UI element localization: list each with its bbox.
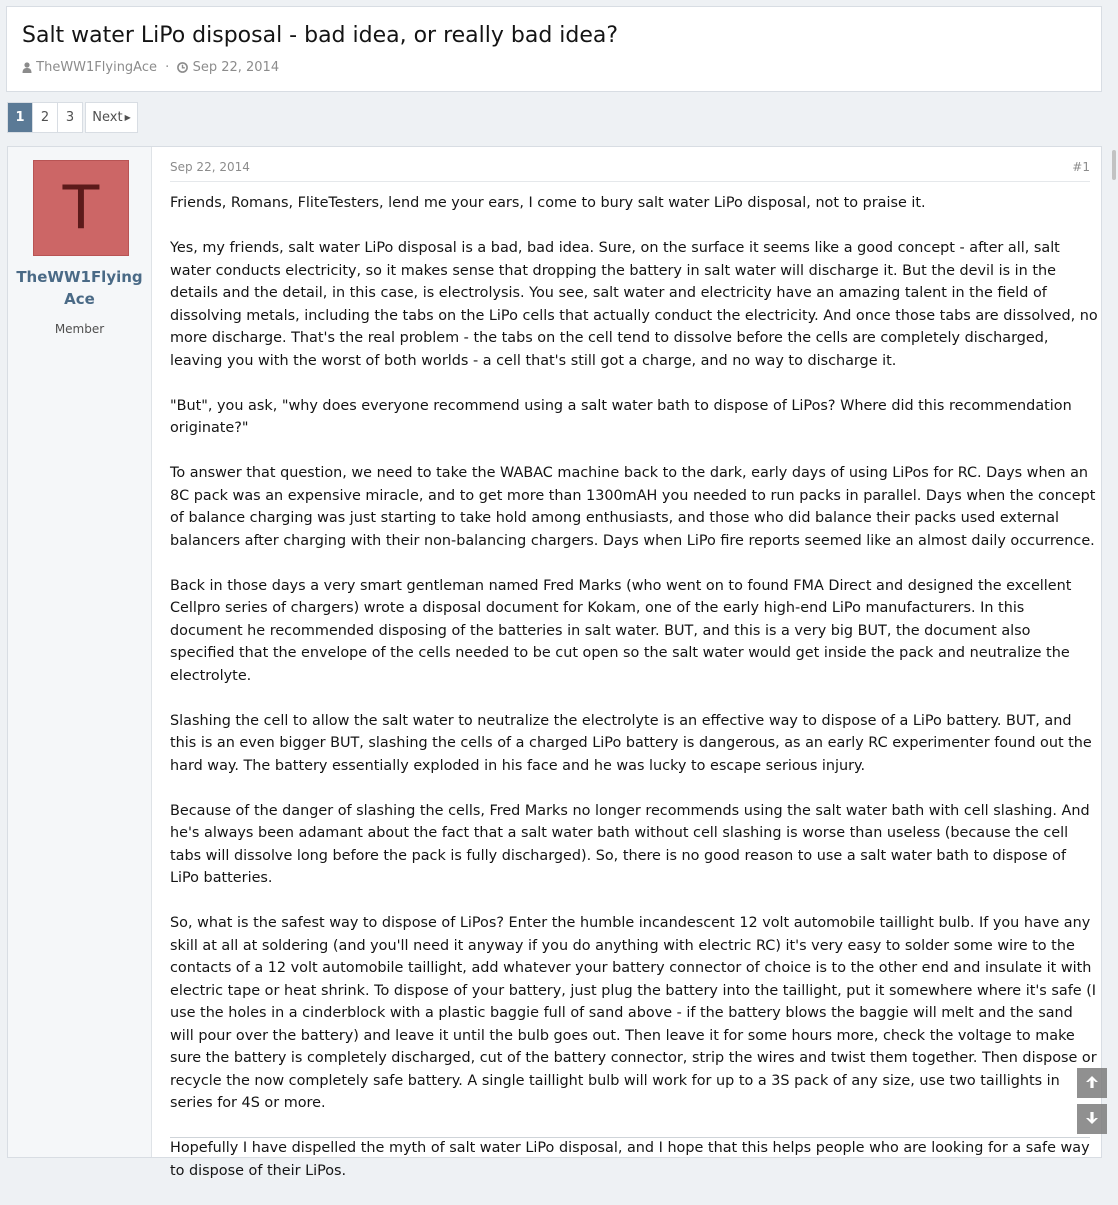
- post-paragraph: To answer that question, we need to take…: [170, 465, 1096, 549]
- post-header: Sep 22, 2014 #1: [170, 160, 1090, 182]
- scrollbar-thumb[interactable]: [1112, 150, 1116, 180]
- user-info-pane: T TheWW1Flying Ace Member: [8, 147, 152, 1157]
- user-title: Member: [54, 322, 105, 336]
- post-date-link[interactable]: Sep 22, 2014: [170, 160, 250, 174]
- scroll-to-bottom-button[interactable]: [1077, 1104, 1107, 1134]
- next-page-label: Next: [92, 110, 123, 125]
- page-1-button[interactable]: 1: [8, 103, 33, 132]
- post-paragraph: Hopefully I have dispelled the myth of s…: [170, 1140, 1090, 1179]
- post-permalink[interactable]: #1: [1072, 160, 1090, 174]
- clock-icon: [177, 62, 189, 73]
- page-numbers: 1 2 3: [7, 102, 83, 133]
- thread-meta: TheWW1FlyingAce · Sep 22, 2014: [22, 60, 279, 75]
- post-paragraph: So, what is the safest way to dispose of…: [170, 915, 1097, 1111]
- username-line-1: TheWW1Flying: [16, 268, 143, 286]
- thread-author-link[interactable]: TheWW1FlyingAce: [36, 60, 157, 75]
- post-paragraph: Because of the danger of slashing the ce…: [170, 802, 1090, 887]
- page-2-button[interactable]: 2: [33, 103, 58, 132]
- user-icon: [22, 62, 32, 73]
- page-3-button[interactable]: 3: [58, 103, 82, 132]
- arrow-up-icon: [1085, 1074, 1099, 1093]
- thread-title: Salt water LiPo disposal - bad idea, or …: [22, 23, 619, 48]
- next-page-button[interactable]: Next ▶: [85, 102, 138, 133]
- caret-right-icon: ▶: [124, 113, 131, 122]
- username-line-2: Ace: [64, 290, 95, 308]
- arrow-down-icon: [1085, 1110, 1099, 1129]
- avatar[interactable]: T: [33, 160, 129, 256]
- thread-date-link[interactable]: Sep 22, 2014: [193, 60, 280, 75]
- post-paragraph: Slashing the cell to allow the salt wate…: [170, 712, 1092, 774]
- post-paragraph: Back in those days a very smart gentlema…: [170, 577, 1072, 684]
- post-paragraph: Yes, my friends, salt water LiPo disposa…: [170, 240, 1098, 369]
- post-body: Friends, Romans, FliteTesters, lend me y…: [170, 192, 1098, 1205]
- username-link[interactable]: TheWW1Flying Ace: [8, 266, 151, 310]
- post-paragraph: "But", you ask, "why does everyone recom…: [170, 397, 1072, 437]
- scroll-to-top-button[interactable]: [1077, 1068, 1107, 1098]
- meta-separator: ·: [165, 60, 170, 75]
- thread-header: Salt water LiPo disposal - bad idea, or …: [6, 6, 1102, 92]
- post-footer-divider: [170, 1137, 1090, 1138]
- post-paragraph: Friends, Romans, FliteTesters, lend me y…: [170, 195, 926, 211]
- post: T TheWW1Flying Ace Member Sep 22, 2014 #…: [7, 146, 1102, 1179]
